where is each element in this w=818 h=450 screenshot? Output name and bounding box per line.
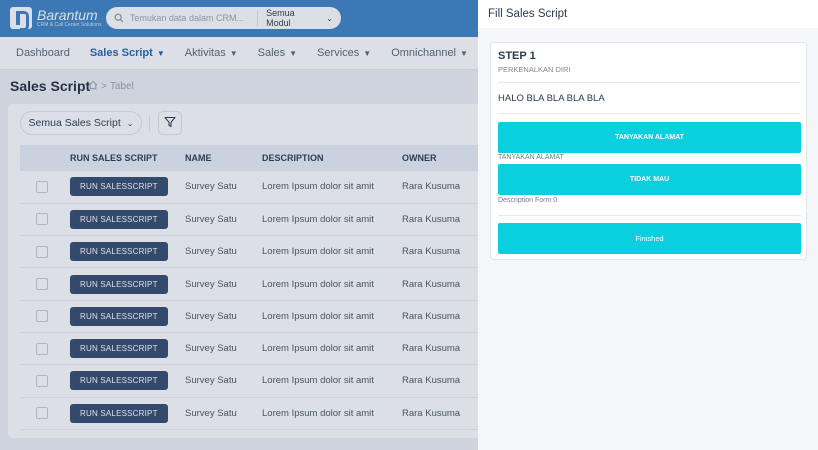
option-tanyakan-alamat-caption: TANYAKAN ALAMAT <box>498 154 564 161</box>
modal-backdrop[interactable] <box>0 0 478 450</box>
finished-button[interactable]: Finished <box>498 223 801 254</box>
divider <box>498 215 801 216</box>
option-tanyakan-alamat-button[interactable]: TANYAKAN ALAMAT <box>498 122 801 153</box>
option-tidak-mau-button[interactable]: TIDAK MAU <box>498 164 801 195</box>
panel-title: Fill Sales Script <box>488 8 568 20</box>
fill-sales-script-panel: Fill Sales Script STEP 1 PERKENALKAN DIR… <box>478 0 818 450</box>
step-subtitle: PERKENALKAN DIRI <box>498 65 571 74</box>
divider <box>498 113 801 114</box>
panel-header: Fill Sales Script <box>478 0 818 28</box>
option-tidak-mau-caption: Description Form 0 <box>498 197 558 204</box>
divider <box>498 82 801 83</box>
step-card: STEP 1 PERKENALKAN DIRI HALO BLA BLA BLA… <box>490 42 807 260</box>
step-title: STEP 1 <box>498 50 536 62</box>
step-message: HALO BLA BLA BLA BLA <box>498 93 605 104</box>
